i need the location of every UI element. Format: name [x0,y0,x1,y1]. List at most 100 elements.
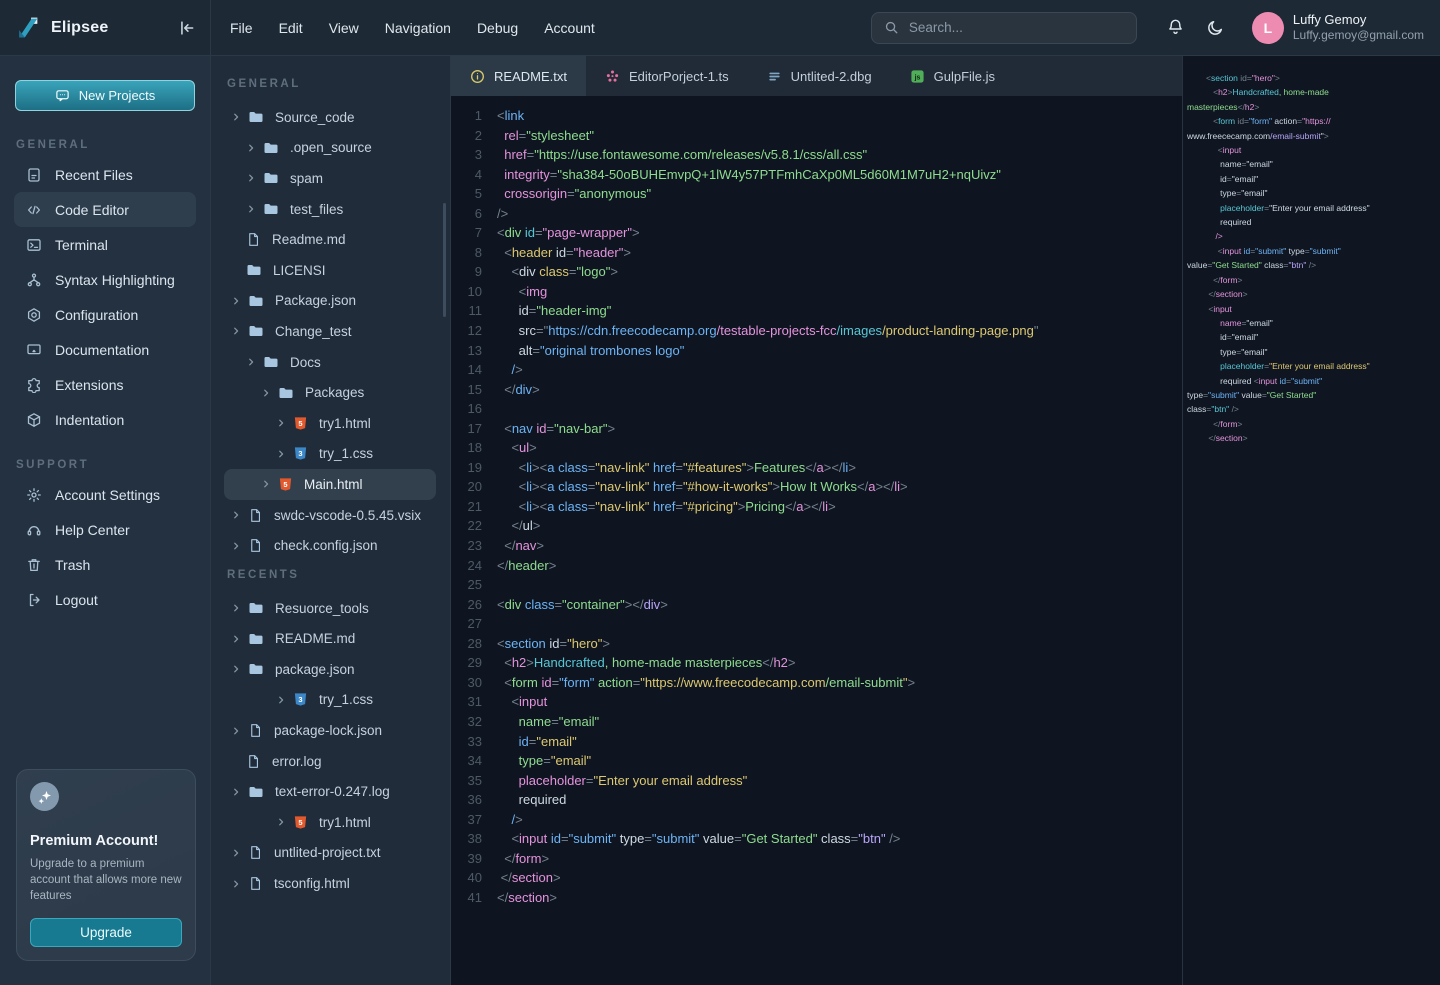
sidebar-item-extensions[interactable]: Extensions [14,367,196,402]
search-input[interactable] [907,19,1124,36]
notifications-bell-icon[interactable] [1166,18,1185,37]
sidebar-item-documentation[interactable]: Documentation [14,332,196,367]
avatar[interactable]: L [1252,12,1284,44]
code-line: 38 <input id="submit" type="submit" valu… [451,829,1182,849]
tab-editorporject-1-ts[interactable]: EditorPorject-1.ts [586,56,748,96]
tree-row-try1-html[interactable]: 5try1.html [211,807,450,838]
code-area[interactable]: 1<link2 rel="stylesheet"3 href="https://… [451,96,1182,985]
upgrade-button[interactable]: Upgrade [30,918,182,947]
sidebar-section-label: GENERAL [0,117,210,157]
tab-untlited-2-dbg[interactable]: Untlited-2.dbg [748,56,891,96]
code-line: 37 /> [451,810,1182,830]
tree-row--open-source[interactable]: .open_source [211,133,450,164]
tree-row-try-1-css[interactable]: 3try_1.css [211,685,450,716]
sidebar-item-label: Code Editor [55,202,129,218]
code-line: 1<link [451,106,1182,126]
tree-row-label: README.md [275,631,355,646]
tree-row-source-code[interactable]: Source_code [211,102,450,133]
file-icon [248,538,263,553]
help-center-icon [25,522,42,538]
line-number: 6 [451,204,482,224]
line-number: 22 [451,516,482,536]
line-number: 16 [451,399,482,419]
sidebar-item-trash[interactable]: Trash [14,547,196,582]
code-text: integrity="sha384-50oBUHEmvpQ+1lW4y57PTF… [497,165,1001,185]
tree-row-untlited-project-txt[interactable]: untlited-project.txt [211,838,450,869]
code-text: rel="stylesheet" [497,126,594,146]
tree-scrollbar[interactable] [443,203,446,317]
tree-row-try-1-css[interactable]: 3 try_1.css [211,439,450,470]
new-projects-button[interactable]: New Projects [15,80,195,111]
menu-navigation[interactable]: Navigation [385,20,451,36]
folder-icon [248,293,264,309]
menu-view[interactable]: View [329,20,359,36]
code-line: 25 [451,575,1182,595]
code-text: </ul> [497,516,540,536]
sidebar-item-recent-files[interactable]: Recent Files [14,157,196,192]
logout-icon [25,592,42,608]
tree-row-readme-md[interactable]: README.md [211,624,450,655]
tree-row-resuorce-tools[interactable]: Resuorce_tools [211,593,450,624]
premium-title: Premium Account! [30,833,182,849]
tree-row-package-json[interactable]: Package.json [211,286,450,317]
tree-row-swdc-vscode-0-5-45-vsix[interactable]: swdc-vscode-0.5.45.vsix [211,500,450,531]
tree-row-try1-html[interactable]: 5try1.html [211,408,450,439]
sidebar-item-indentation[interactable]: Indentation [14,402,196,437]
chat-bubble-icon [55,88,70,103]
sidebar-item-code-editor[interactable]: Code Editor [14,192,196,227]
tree-row-tsconfig-html[interactable]: tsconfig.html [211,868,450,899]
tree-row-change-test[interactable]: Change_test [211,316,450,347]
tree-row-text-error-0-247-log[interactable]: text-error-0.247.log [211,776,450,807]
chevron-icon [231,510,241,520]
user-menu[interactable]: L Luffy Gemoy Luffy.gemoy@gmail.com [1252,12,1424,44]
sidebar-item-logout[interactable]: Logout [14,582,196,617]
tree-row-label: Resuorce_tools [275,601,369,616]
tree-row-readme-md[interactable]: Readme.md [211,224,450,255]
menu-account[interactable]: Account [544,20,595,36]
code-line: 24</header> [451,556,1182,576]
tree-row-licensi[interactable]: LICENSI [211,255,450,286]
tree-row-package-json[interactable]: package.json [211,654,450,685]
code-text: placeholder="Enter your email address" [497,771,747,791]
tree-row-docs[interactable]: Docs [211,347,450,378]
css-icon: 3 [293,446,308,461]
tree-row-label: Package.json [275,293,356,308]
tab-gulpfile-js[interactable]: jsGulpFile.js [891,56,1014,96]
sidebar-item-account-settings[interactable]: Account Settings [14,477,196,512]
code-text: <section id="hero"> [497,634,610,654]
chevron-icon [231,726,241,736]
dark-mode-moon-icon[interactable] [1206,18,1225,37]
tree-row-package-lock-json[interactable]: package-lock.json [211,715,450,746]
tree-row-test-files[interactable]: test_files [211,194,450,225]
collapse-sidebar-icon[interactable] [178,19,196,37]
tree-row-label: try_1.css [319,446,373,461]
minimap-line: </section> [1187,431,1438,445]
sidebar-item-terminal[interactable]: Terminal [14,227,196,262]
tree-row-error-log[interactable]: error.log [211,746,450,777]
new-projects-label: New Projects [79,88,156,103]
tree-row-check-config-json[interactable]: check.config.json [211,530,450,561]
configuration-icon [25,307,42,323]
code-text: id="email" [497,732,577,752]
sidebar-item-configuration[interactable]: Configuration [14,297,196,332]
sidebar-item-syntax-highlighting[interactable]: Syntax Highlighting [14,262,196,297]
tree-row-packages[interactable]: Packages [211,377,450,408]
tab-readme-txt[interactable]: README.txt [451,56,586,96]
code-line: 6/> [451,204,1182,224]
menu-debug[interactable]: Debug [477,20,518,36]
chevron-icon [231,326,241,336]
sidebar-item-help-center[interactable]: Help Center [14,512,196,547]
minimap[interactable]: <section id="hero"> <h2>Handcrafted, hom… [1182,56,1440,985]
line-number: 28 [451,634,482,654]
code-editor-icon [25,202,42,218]
code-text: </div> [497,380,540,400]
tree-row-main-html[interactable]: 5Main.html [224,469,436,500]
tree-row-label: package-lock.json [274,723,382,738]
line-number: 29 [451,653,482,673]
code-text: <h2>Handcrafted, home-made masterpieces<… [497,653,796,673]
menu-edit[interactable]: Edit [279,20,303,36]
menu-file[interactable]: File [230,20,253,36]
tree-row-spam[interactable]: spam [211,163,450,194]
code-text: <div class="logo"> [497,262,618,282]
minimap-line: name="email" [1187,157,1438,171]
